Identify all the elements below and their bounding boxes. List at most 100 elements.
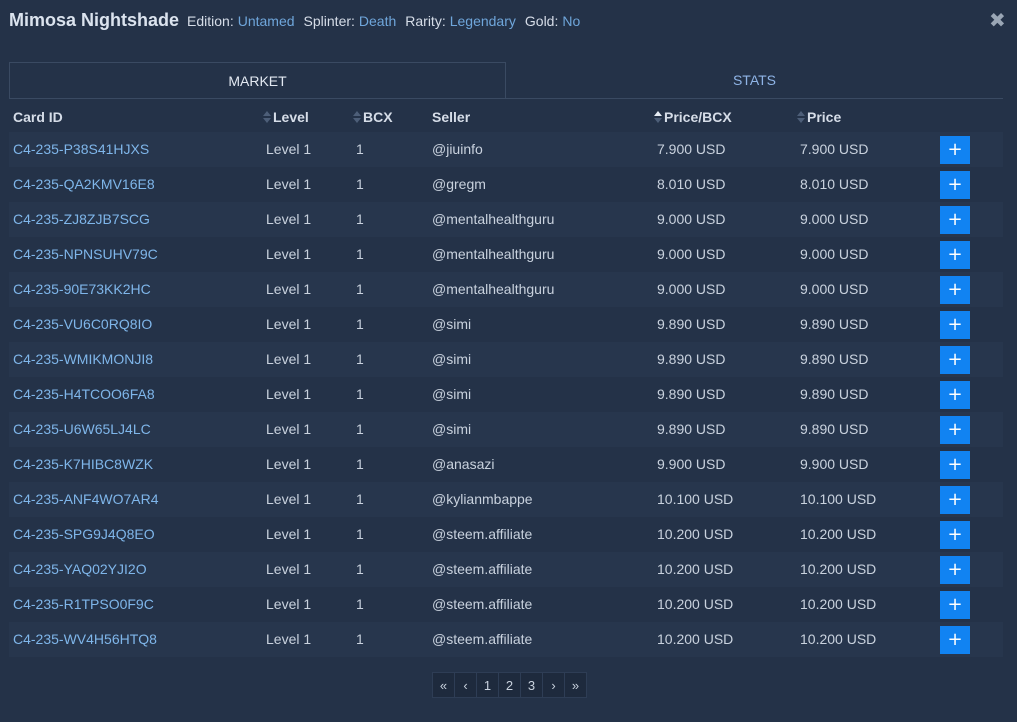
first-page-button[interactable]: «: [433, 673, 455, 697]
card-id-link[interactable]: C4-235-K7HIBC8WZK: [13, 456, 153, 472]
price-bcx-cell: 10.200 USD: [657, 561, 734, 577]
market-table-body: C4-235-P38S41HJXS Level 1 1 @jiuinfo 7.900 U…: [9, 132, 1003, 657]
gold-value: No: [562, 13, 581, 29]
edition-label: Edition:: [187, 13, 234, 29]
column-header-level[interactable]: Level: [263, 109, 309, 125]
card-id-link[interactable]: C4-235-90E73KK2HC: [13, 281, 151, 297]
price-cell: 9.890 USD: [800, 316, 869, 332]
page-button-2[interactable]: 2: [499, 673, 521, 697]
price-bcx-cell: 8.010 USD: [657, 176, 726, 192]
price-bcx-cell: 7.900 USD: [657, 141, 726, 157]
price-bcx-cell: 9.000 USD: [657, 211, 726, 227]
card-id-link[interactable]: C4-235-WV4H56HTQ8: [13, 631, 157, 647]
price-cell: 9.890 USD: [800, 386, 869, 402]
card-id-link[interactable]: C4-235-VU6C0RQ8IO: [13, 316, 152, 332]
bcx-cell: 1: [356, 211, 364, 227]
card-id-link[interactable]: C4-235-ZJ8ZJB7SCG: [13, 211, 150, 227]
rarity-value: Legendary: [449, 13, 516, 29]
price-bcx-cell: 10.200 USD: [657, 631, 734, 647]
add-to-cart-button[interactable]: +: [940, 486, 970, 514]
card-id-link[interactable]: C4-235-QA2KMV16E8: [13, 176, 155, 192]
price-cell: 9.000 USD: [800, 281, 869, 297]
table-row: C4-235-ZJ8ZJB7SCG Level 1 1 @mentalhealthgu…: [9, 202, 1003, 237]
seller-cell: @mentalhealthguru: [432, 211, 555, 227]
card-id-link[interactable]: C4-235-YAQ02YJI2O: [13, 561, 147, 577]
seller-header-label: Seller: [432, 109, 471, 125]
card-id-link[interactable]: C4-235-R1TPSO0F9C: [13, 596, 154, 612]
prev-page-button[interactable]: ‹: [455, 673, 477, 697]
price-bcx-cell: 9.900 USD: [657, 456, 726, 472]
level-cell: Level 1: [266, 351, 312, 367]
add-to-cart-button[interactable]: +: [940, 206, 970, 234]
price-header-label: Price: [807, 109, 842, 125]
price-cell: 9.000 USD: [800, 246, 869, 262]
level-cell: Level 1: [266, 176, 312, 192]
level-cell: Level 1: [266, 281, 312, 297]
seller-cell: @simi: [432, 421, 472, 437]
tab-market[interactable]: MARKET: [9, 62, 506, 98]
card-id-link[interactable]: C4-235-WMIKMONJI8: [13, 351, 153, 367]
seller-cell: @steem.affiliate: [432, 631, 533, 647]
table-row: C4-235-NPNSUHV79C Level 1 1 @mentalhealthgu…: [9, 237, 1003, 272]
price-cell: 7.900 USD: [800, 141, 869, 157]
add-to-cart-button[interactable]: +: [940, 626, 970, 654]
seller-cell: @steem.affiliate: [432, 596, 533, 612]
add-to-cart-button[interactable]: +: [940, 451, 970, 479]
level-cell: Level 1: [266, 246, 312, 262]
seller-cell: @mentalhealthguru: [432, 246, 555, 262]
add-to-cart-button[interactable]: +: [940, 556, 970, 584]
next-page-button[interactable]: ›: [543, 673, 565, 697]
level-cell: Level 1: [266, 631, 312, 647]
card-id-link[interactable]: C4-235-H4TCOO6FA8: [13, 386, 155, 402]
price-bcx-cell: 9.890 USD: [657, 421, 726, 437]
table-row: C4-235-SPG9J4Q8EO Level 1 1 @steem.affiliat…: [9, 517, 1003, 552]
close-icon[interactable]: ✖: [989, 11, 1006, 31]
add-to-cart-button[interactable]: +: [940, 416, 970, 444]
page-button-1[interactable]: 1: [477, 673, 499, 697]
price-bcx-cell: 9.000 USD: [657, 281, 726, 297]
bcx-cell: 1: [356, 596, 364, 612]
bcx-cell: 1: [356, 421, 364, 437]
table-row: C4-235-U6W65LJ4LC Level 1 1 @simi 9.890 USD 9…: [9, 412, 1003, 447]
sort-ascending-icon: [654, 111, 662, 123]
price-bcx-cell: 10.200 USD: [657, 526, 734, 542]
level-cell: Level 1: [266, 141, 312, 157]
level-header-label: Level: [273, 109, 309, 125]
column-header-card-id[interactable]: Card ID: [13, 109, 63, 125]
add-to-cart-button[interactable]: +: [940, 381, 970, 409]
card-id-link[interactable]: C4-235-SPG9J4Q8EO: [13, 526, 155, 542]
tab-stats[interactable]: STATS: [506, 62, 1003, 98]
card-id-link[interactable]: C4-235-U6W65LJ4LC: [13, 421, 151, 437]
add-to-cart-button[interactable]: +: [940, 521, 970, 549]
column-header-seller[interactable]: Seller: [432, 109, 470, 125]
add-to-cart-button[interactable]: +: [940, 171, 970, 199]
card-id-link[interactable]: C4-235-ANF4WO7AR4: [13, 491, 159, 507]
table-row: C4-235-QA2KMV16E8 Level 1 1 @gregm 8.010 USD…: [9, 167, 1003, 202]
add-to-cart-button[interactable]: +: [940, 346, 970, 374]
price-bcx-header-label: Price/BCX: [664, 109, 732, 125]
bcx-cell: 1: [356, 246, 364, 262]
card-id-header-label: Card ID: [13, 109, 63, 125]
column-header-price[interactable]: Price: [797, 109, 841, 125]
price-cell: 9.890 USD: [800, 421, 869, 437]
last-page-button[interactable]: »: [565, 673, 586, 697]
add-to-cart-button[interactable]: +: [940, 591, 970, 619]
card-id-link[interactable]: C4-235-NPNSUHV79C: [13, 246, 158, 262]
seller-cell: @simi: [432, 351, 472, 367]
level-cell: Level 1: [266, 386, 312, 402]
table-row: C4-235-ANF4WO7AR4 Level 1 1 @kylianmbappe 10…: [9, 482, 1003, 517]
add-to-cart-button[interactable]: +: [940, 241, 970, 269]
column-header-price-bcx[interactable]: Price/BCX: [654, 109, 732, 125]
page-button-3[interactable]: 3: [521, 673, 543, 697]
splinter-label: Splinter:: [303, 13, 355, 29]
bcx-cell: 1: [356, 141, 364, 157]
column-header-bcx[interactable]: BCX: [353, 109, 393, 125]
add-to-cart-button[interactable]: +: [940, 311, 970, 339]
price-cell: 9.000 USD: [800, 211, 869, 227]
card-id-link[interactable]: C4-235-P38S41HJXS: [13, 141, 149, 157]
table-row: C4-235-WV4H56HTQ8 Level 1 1 @steem.affiliat…: [9, 622, 1003, 657]
add-to-cart-button[interactable]: +: [940, 136, 970, 164]
bcx-cell: 1: [356, 561, 364, 577]
bcx-cell: 1: [356, 386, 364, 402]
add-to-cart-button[interactable]: +: [940, 276, 970, 304]
